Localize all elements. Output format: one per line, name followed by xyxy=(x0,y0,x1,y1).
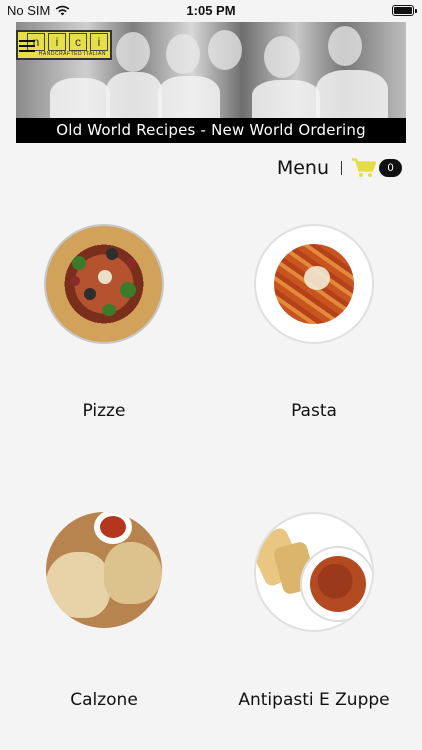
category-label: Antipasti E Zuppe xyxy=(238,690,390,710)
logo-letters: n i c i xyxy=(27,33,108,51)
menu-button[interactable]: Menu xyxy=(277,157,329,179)
hero-photo-figure xyxy=(264,36,300,78)
hero-photo-figure xyxy=(252,80,320,118)
hero-photo-figure xyxy=(106,72,162,118)
logo-letter: i xyxy=(48,33,66,51)
hero-photo-figure xyxy=(50,78,110,118)
battery-icon xyxy=(392,5,417,16)
hamburger-menu-icon[interactable] xyxy=(19,40,35,55)
antipasti-image xyxy=(254,512,374,632)
menu-toolbar: Menu 0 xyxy=(277,155,402,181)
hero-photo-figure xyxy=(166,34,200,74)
status-time: 1:05 PM xyxy=(186,3,236,18)
logo-tagline: HANDCRAFTED ITALIAN xyxy=(38,51,106,57)
category-pizze[interactable]: Pizze xyxy=(4,224,204,428)
pizza-image xyxy=(44,224,164,344)
logo-letter: i xyxy=(90,33,108,51)
shopping-cart-icon[interactable] xyxy=(352,158,376,178)
toolbar-divider xyxy=(341,161,342,175)
hero-photo-figure xyxy=(208,30,242,70)
logo-letter: c xyxy=(69,33,87,51)
category-pasta[interactable]: Pasta xyxy=(214,224,414,428)
hero-photo-figure xyxy=(158,76,220,118)
calzone-image xyxy=(46,512,162,628)
status-bar: No SIM 1:05 PM xyxy=(0,0,422,22)
hero-photo-figure xyxy=(316,70,388,118)
category-label: Pizze xyxy=(82,401,126,421)
category-calzone[interactable]: Calzone xyxy=(4,512,204,716)
hero-photo-figure xyxy=(328,26,362,66)
category-antipasti-e-zuppe[interactable]: Antipasti E Zuppe xyxy=(214,512,414,716)
cart-count-badge: 0 xyxy=(379,159,402,177)
hero-banner: n i c i HANDCRAFTED ITALIAN xyxy=(16,22,406,118)
pasta-image xyxy=(254,224,374,344)
hero-photo-figure xyxy=(116,32,150,72)
category-label: Calzone xyxy=(70,690,138,710)
category-label: Pasta xyxy=(291,401,337,421)
tagline-banner: Old World Recipes - New World Ordering xyxy=(16,118,406,143)
